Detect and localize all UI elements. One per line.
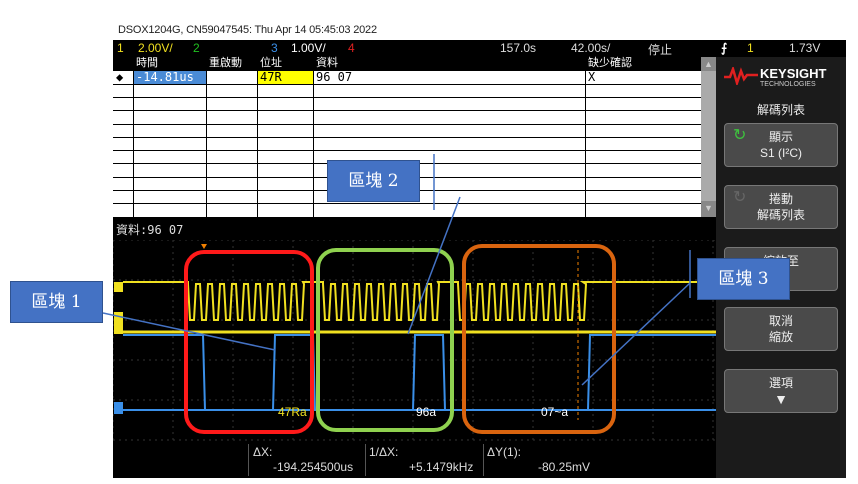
- callout-block-3: 區塊 3: [697, 258, 790, 300]
- callout-block-2: 區塊 2: [327, 160, 420, 202]
- callout-connectors: [102, 154, 691, 386]
- callout-block-1: 區塊 1: [10, 281, 103, 323]
